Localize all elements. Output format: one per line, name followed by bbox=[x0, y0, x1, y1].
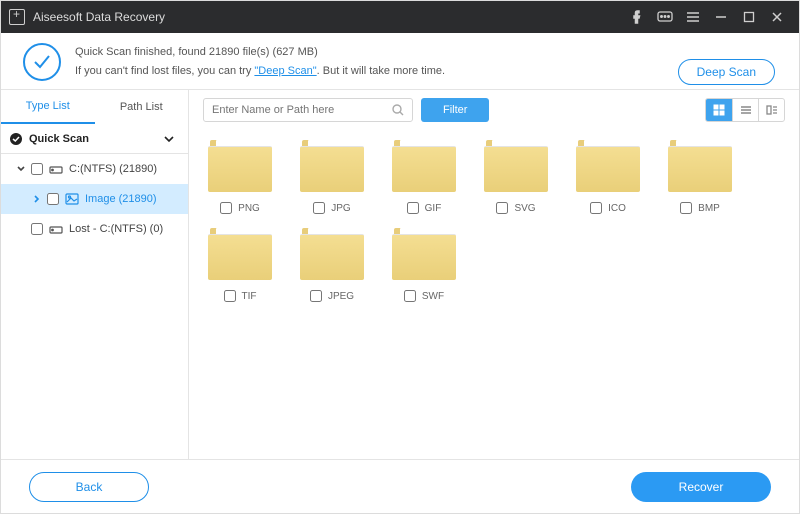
content-toolbar: Filter bbox=[189, 90, 799, 130]
status-text: file(s) ( bbox=[240, 46, 277, 58]
search-icon bbox=[392, 104, 404, 116]
status-text: Quick Scan finished, found bbox=[75, 46, 209, 58]
minimize-icon[interactable] bbox=[707, 1, 735, 33]
tree-label: Quick Scan bbox=[29, 133, 89, 145]
folder-checkbox[interactable] bbox=[680, 202, 692, 214]
tree-node-image[interactable]: Image (21890) bbox=[1, 184, 188, 214]
app-window: Aiseesoft Data Recovery Quick Scan finis… bbox=[0, 0, 800, 514]
folder-checkbox[interactable] bbox=[224, 290, 236, 302]
tree-checkbox[interactable] bbox=[31, 163, 43, 175]
folder-checkbox[interactable] bbox=[313, 202, 325, 214]
recover-button[interactable]: Recover bbox=[631, 472, 771, 502]
tree-node-lost-drive[interactable]: Lost - C:(NTFS) (0) bbox=[1, 214, 188, 244]
chevron-right-icon bbox=[31, 195, 43, 203]
tab-path-list[interactable]: Path List bbox=[95, 90, 189, 124]
folder-label: PNG bbox=[238, 203, 260, 214]
footer: Back Recover bbox=[1, 459, 799, 513]
tab-type-list[interactable]: Type List bbox=[1, 90, 95, 124]
maximize-icon[interactable] bbox=[735, 1, 763, 33]
folder-icon bbox=[574, 136, 642, 196]
sidebar-tabs: Type List Path List bbox=[1, 90, 188, 124]
check-circle-icon bbox=[9, 132, 23, 146]
folder-icon bbox=[298, 136, 366, 196]
drive-icon bbox=[49, 223, 63, 235]
folder-item[interactable]: PNG bbox=[201, 136, 279, 214]
chevron-down-icon bbox=[15, 165, 27, 173]
search-box[interactable] bbox=[203, 98, 413, 122]
folder-icon bbox=[666, 136, 734, 196]
folder-checkbox[interactable] bbox=[404, 290, 416, 302]
search-input[interactable] bbox=[212, 104, 392, 116]
folder-icon bbox=[206, 136, 274, 196]
back-button[interactable]: Back bbox=[29, 472, 149, 502]
folder-item[interactable]: JPG bbox=[293, 136, 371, 214]
folder-item[interactable]: BMP bbox=[661, 136, 739, 214]
close-icon[interactable] bbox=[763, 1, 791, 33]
folder-item[interactable]: TIF bbox=[201, 224, 279, 302]
feedback-icon[interactable] bbox=[651, 1, 679, 33]
folder-icon bbox=[206, 224, 274, 284]
content-pane: Filter PNG JPG GIF SVG ICO BMP TIF JPEG SWF bbox=[189, 90, 799, 459]
filter-button[interactable]: Filter bbox=[421, 98, 489, 122]
status-text: If you can't find lost files, you can tr… bbox=[75, 65, 254, 77]
chevron-down-icon bbox=[164, 134, 174, 144]
folder-label: GIF bbox=[425, 203, 442, 214]
status-message: Quick Scan finished, found 21890 file(s)… bbox=[75, 43, 445, 80]
tree-label: C:(NTFS) (21890) bbox=[69, 163, 157, 175]
folder-grid: PNG JPG GIF SVG ICO BMP TIF JPEG SWF bbox=[189, 130, 799, 459]
tree-label: Lost - C:(NTFS) (0) bbox=[69, 223, 163, 235]
status-size: 627 MB bbox=[276, 46, 314, 58]
scan-status: Quick Scan finished, found 21890 file(s)… bbox=[1, 33, 799, 89]
view-list-button[interactable] bbox=[732, 99, 758, 121]
drive-icon bbox=[49, 163, 63, 175]
folder-icon bbox=[482, 136, 550, 196]
folder-checkbox[interactable] bbox=[496, 202, 508, 214]
view-grid-button[interactable] bbox=[706, 99, 732, 121]
folder-item[interactable]: ICO bbox=[569, 136, 647, 214]
tree-node-drive-c[interactable]: C:(NTFS) (21890) bbox=[1, 154, 188, 184]
deep-scan-link[interactable]: "Deep Scan" bbox=[254, 65, 316, 77]
folder-label: BMP bbox=[698, 203, 720, 214]
folder-checkbox[interactable] bbox=[220, 202, 232, 214]
folder-label: JPG bbox=[331, 203, 350, 214]
folder-checkbox[interactable] bbox=[310, 290, 322, 302]
folder-icon bbox=[298, 224, 366, 284]
facebook-icon[interactable] bbox=[623, 1, 651, 33]
menu-icon[interactable] bbox=[679, 1, 707, 33]
folder-checkbox[interactable] bbox=[590, 202, 602, 214]
folder-item[interactable]: SWF bbox=[385, 224, 463, 302]
folder-checkbox[interactable] bbox=[407, 202, 419, 214]
folder-icon bbox=[390, 224, 458, 284]
folder-icon bbox=[390, 136, 458, 196]
app-logo-icon bbox=[9, 9, 25, 25]
folder-label: SWF bbox=[422, 291, 444, 302]
main-body: Type List Path List Quick Scan C:(NTFS) … bbox=[1, 89, 799, 459]
folder-label: TIF bbox=[242, 291, 257, 302]
tree-label: Image (21890) bbox=[85, 193, 157, 205]
sidebar: Type List Path List Quick Scan C:(NTFS) … bbox=[1, 90, 189, 459]
folder-label: SVG bbox=[514, 203, 535, 214]
status-text: . But it will take more time. bbox=[317, 65, 445, 77]
status-file-count: 21890 bbox=[209, 46, 240, 58]
tree-checkbox[interactable] bbox=[31, 223, 43, 235]
folder-item[interactable]: JPEG bbox=[293, 224, 371, 302]
title-bar: Aiseesoft Data Recovery bbox=[1, 1, 799, 33]
tree-node-quick-scan[interactable]: Quick Scan bbox=[1, 124, 188, 154]
view-toggle bbox=[705, 98, 785, 122]
app-title: Aiseesoft Data Recovery bbox=[33, 10, 165, 24]
view-detail-button[interactable] bbox=[758, 99, 784, 121]
tree-checkbox[interactable] bbox=[47, 193, 59, 205]
folder-item[interactable]: GIF bbox=[385, 136, 463, 214]
deep-scan-button[interactable]: Deep Scan bbox=[678, 59, 775, 85]
image-icon bbox=[65, 193, 79, 205]
status-text: ) bbox=[314, 46, 318, 58]
folder-item[interactable]: SVG bbox=[477, 136, 555, 214]
folder-label: JPEG bbox=[328, 291, 354, 302]
folder-label: ICO bbox=[608, 203, 626, 214]
checkmark-icon bbox=[23, 43, 61, 81]
